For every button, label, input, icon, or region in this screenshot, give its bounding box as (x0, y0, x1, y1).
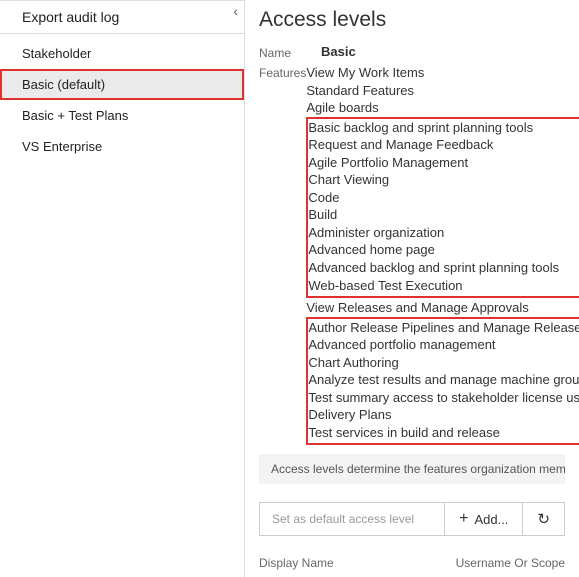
feature-item: Delivery Plans (308, 406, 579, 424)
features-row: Features View My Work Items Standard Fea… (259, 64, 565, 446)
sidebar-item-basic-default[interactable]: Basic (default) (0, 69, 244, 100)
feature-item: Code (308, 189, 579, 207)
feature-item: View My Work Items (306, 64, 579, 82)
plus-icon: + (459, 511, 468, 527)
feature-item: Request and Manage Feedback (308, 136, 579, 154)
column-display-name[interactable]: Display Name (259, 556, 456, 570)
feature-item: Advanced portfolio management (308, 336, 579, 354)
feature-item: Web-based Test Execution (308, 277, 579, 295)
set-default-label: Set as default access level (272, 512, 414, 526)
feature-item: Standard Features (306, 82, 579, 100)
sidebar: Export audit log ‹ Stakeholder Basic (de… (0, 0, 245, 577)
feature-item: Agile boards (306, 99, 579, 117)
sidebar-item-basic-test-plans[interactable]: Basic + Test Plans (0, 100, 244, 131)
features-label: Features (259, 64, 306, 446)
sidebar-item-stakeholder[interactable]: Stakeholder (0, 38, 244, 69)
add-label: Add... (474, 512, 508, 527)
feature-item: Chart Authoring (308, 354, 579, 372)
feature-item: View Releases and Manage Approvals (306, 299, 579, 317)
highlighted-features-block-2: Author Release Pipelines and Manage Rele… (306, 317, 579, 446)
name-value: Basic (321, 44, 565, 60)
feature-item: Analyze test results and manage machine … (308, 371, 579, 389)
feature-item: Build (308, 206, 579, 224)
feature-item: Test summary access to stakeholder licen… (308, 389, 579, 407)
feature-item: Advanced backlog and sprint planning too… (308, 259, 579, 277)
access-level-nav: Stakeholder Basic (default) Basic + Test… (0, 34, 244, 162)
refresh-icon: ↻ (537, 510, 550, 528)
feature-item: Advanced home page (308, 241, 579, 259)
access-levels-description: Access levels determine the features org… (259, 454, 565, 484)
set-default-access-level-button[interactable]: Set as default access level (260, 503, 444, 535)
sidebar-item-label: VS Enterprise (22, 139, 102, 154)
features-list: View My Work Items Standard Features Agi… (306, 64, 579, 446)
sidebar-item-label: Basic + Test Plans (22, 108, 128, 123)
sidebar-item-label: Basic (default) (22, 77, 105, 92)
identities-toolbar: Set as default access level + Add... ↻ (259, 502, 565, 536)
feature-item: Chart Viewing (308, 171, 579, 189)
feature-item: Agile Portfolio Management (308, 154, 579, 172)
feature-item: Administer organization (308, 224, 579, 242)
export-audit-log-label: Export audit log (22, 9, 119, 25)
column-username-or-scope[interactable]: Username Or Scope (456, 556, 565, 570)
collapse-left-icon[interactable]: ‹ (233, 3, 238, 19)
name-row: Name Basic (259, 44, 565, 60)
sidebar-item-vs-enterprise[interactable]: VS Enterprise (0, 131, 244, 162)
refresh-button[interactable]: ↻ (522, 503, 564, 535)
page-title: Access levels (259, 8, 565, 32)
feature-item: Author Release Pipelines and Manage Rele… (308, 319, 579, 337)
add-button[interactable]: + Add... (444, 503, 522, 535)
name-label: Name (259, 44, 321, 60)
identities-grid-header: Display Name Username Or Scope (259, 556, 565, 574)
sidebar-item-label: Stakeholder (22, 46, 91, 61)
export-audit-log-header[interactable]: Export audit log ‹ (0, 0, 244, 34)
highlighted-features-block-1: Basic backlog and sprint planning tools … (306, 117, 579, 298)
feature-item: Basic backlog and sprint planning tools (308, 119, 579, 137)
feature-item: Test services in build and release (308, 424, 579, 442)
main-panel: Access levels Name Basic Features View M… (245, 0, 579, 577)
